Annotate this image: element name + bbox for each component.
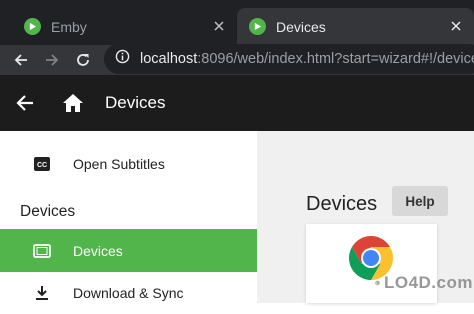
page-title: Devices <box>105 93 166 112</box>
drawer-section-heading: Devices <box>20 203 76 220</box>
url-path: :8096/web/index.html?start=wizard#!/devi… <box>197 51 474 67</box>
svg-text:CC: CC <box>37 162 47 169</box>
help-button[interactable]: Help <box>392 186 448 216</box>
drawer-item-label: Open Subtitles <box>73 155 165 172</box>
url-text: localhost:8096/web/index.html?start=wiza… <box>140 51 474 67</box>
back-arrow-icon[interactable] <box>14 92 36 114</box>
emby-favicon-icon <box>249 18 266 35</box>
browser-tab-strip: Emby Devices <box>0 0 474 45</box>
closed-captions-icon: CC <box>33 155 51 173</box>
watermark-text: LO4D.com <box>383 272 473 292</box>
back-arrow-icon[interactable] <box>10 49 32 71</box>
address-bar[interactable]: localhost:8096/web/index.html?start=wiza… <box>104 44 474 74</box>
drawer-item-open-subtitles[interactable]: CC Open Subtitles <box>0 142 257 185</box>
tab-title: Devices <box>276 18 326 35</box>
tab-title: Emby <box>51 18 87 35</box>
lo4d-logo-icon <box>375 280 380 285</box>
drawer-item-label: Devices <box>73 242 123 259</box>
download-icon <box>33 284 51 302</box>
watermark: LO4D.com <box>375 266 473 299</box>
reload-icon[interactable] <box>72 49 94 71</box>
close-icon[interactable] <box>211 18 227 34</box>
content-heading: Devices <box>306 193 378 215</box>
navigation-drawer: CC Open Subtitles Devices Devices Downlo… <box>0 131 257 303</box>
close-icon[interactable] <box>448 18 464 34</box>
tablet-icon <box>33 242 51 260</box>
info-icon[interactable] <box>115 49 130 69</box>
app-header: Devices <box>0 75 474 131</box>
emby-favicon-icon <box>24 18 41 35</box>
browser-toolbar: localhost:8096/web/index.html?start=wiza… <box>0 44 474 75</box>
tab-devices[interactable]: Devices <box>237 8 474 45</box>
drawer-item-label: Download & Sync <box>73 284 184 301</box>
drawer-item-devices[interactable]: Devices <box>0 229 257 272</box>
url-host: localhost <box>140 51 198 67</box>
forward-arrow-icon[interactable] <box>41 49 63 71</box>
tab-emby[interactable]: Emby <box>0 8 235 45</box>
home-icon[interactable] <box>61 91 85 115</box>
drawer-item-download-sync[interactable]: Download & Sync <box>0 271 257 314</box>
